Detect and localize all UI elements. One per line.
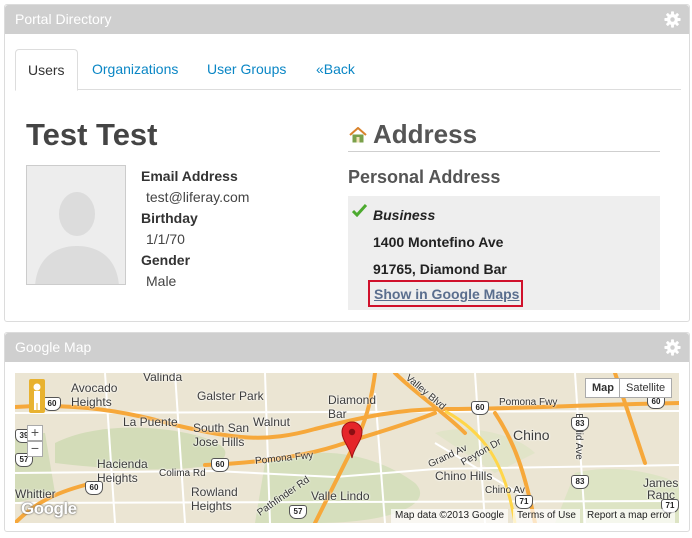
highway-shield: 71 [515,495,533,509]
tab-back[interactable]: «Back [316,49,355,90]
place-rowland-heights: Rowland Heights [191,485,238,513]
address-type: Business [373,207,436,223]
address-heading: Address [373,119,478,149]
map-marker-icon[interactable] [341,421,363,459]
gear-icon[interactable] [664,339,681,356]
gear-icon[interactable] [664,11,681,28]
google-map[interactable]: Avocado Heights Valinda Galster Park La P… [15,373,679,523]
birthday-label: Birthday [141,210,198,226]
gender-label: Gender [141,252,191,268]
portlet-header: Google Map [5,333,689,362]
place-la-puente: La Puente [123,415,178,429]
tab-user-groups[interactable]: User Groups [207,49,286,90]
place-chino-hills: Chino Hills [435,469,493,483]
portlet-header: Portal Directory [5,5,689,34]
place-south-san-jose-hills: South San Jose Hills [193,421,250,449]
address-city: 91765, Diamond Bar [373,261,507,277]
map-type-map-button[interactable]: Map [585,378,621,398]
place-diamond-bar: Diamond Bar [328,393,377,421]
personal-address-heading: Personal Address [348,167,501,187]
road-pomona-fwy-east: Pomona Fwy [499,397,558,408]
place-valinda: Valinda [143,373,183,384]
highway-shield: 83 [571,417,589,431]
street-view-pegman-icon[interactable] [29,379,45,413]
road-colima-rd: Colima Rd [159,468,206,479]
home-icon [349,127,367,143]
address-street: 1400 Montefino Ave [373,234,504,250]
highway-shield: 60 [211,458,229,472]
zoom-in-button[interactable]: + [27,425,43,441]
highway-shield: 60 [471,401,489,415]
place-walnut: Walnut [253,415,290,429]
avatar [26,165,126,285]
gender-value: Male [146,273,177,289]
email-value: test@liferay.com [146,189,250,205]
user-full-name: Test Test [26,117,158,152]
highway-shield: 57 [289,505,307,519]
directory-tabs: Users Organizations User Groups «Back [15,49,681,91]
highway-shield: 60 [43,397,61,411]
maps-link-highlight: Show in Google Maps [368,280,523,307]
place-avocado-heights: Avocado Heights [71,381,118,409]
show-in-google-maps-link[interactable]: Show in Google Maps [374,286,519,302]
google-logo: Google [21,499,77,518]
zoom-out-button[interactable]: − [27,441,43,457]
place-galster-park: Galster Park [197,389,264,403]
highway-shield: 83 [571,475,589,489]
birthday-value: 1/1/70 [146,231,185,247]
place-hacienda-heights: Hacienda Heights [97,457,148,485]
portal-directory-portlet: Portal Directory Users Organizations Use… [4,4,690,322]
tab-organizations[interactable]: Organizations [92,49,178,90]
map-report-error-link[interactable]: Report a map error [583,509,676,523]
user-silhouette-icon [27,166,125,284]
map-terms-link[interactable]: Terms of Use [513,509,580,523]
tab-users[interactable]: Users [15,49,78,91]
highway-shield: 60 [85,481,103,495]
check-icon [352,204,367,217]
place-valle-lindo: Valle Lindo [311,489,370,503]
address-card: Business 1400 Montefino Ave 91765, Diamo… [348,196,660,310]
map-type-satellite-button[interactable]: Satellite [619,378,673,398]
portlet-title: Portal Directory [15,11,112,27]
address-divider [348,151,660,152]
portlet-title: Google Map [15,339,92,355]
map-attribution: Map data ©2013 Google [391,509,509,523]
email-label: Email Address [141,168,238,184]
google-map-portlet: Google Map Avocado Heights Valinda Galst… [4,332,690,532]
place-chino: Chino [513,427,550,443]
